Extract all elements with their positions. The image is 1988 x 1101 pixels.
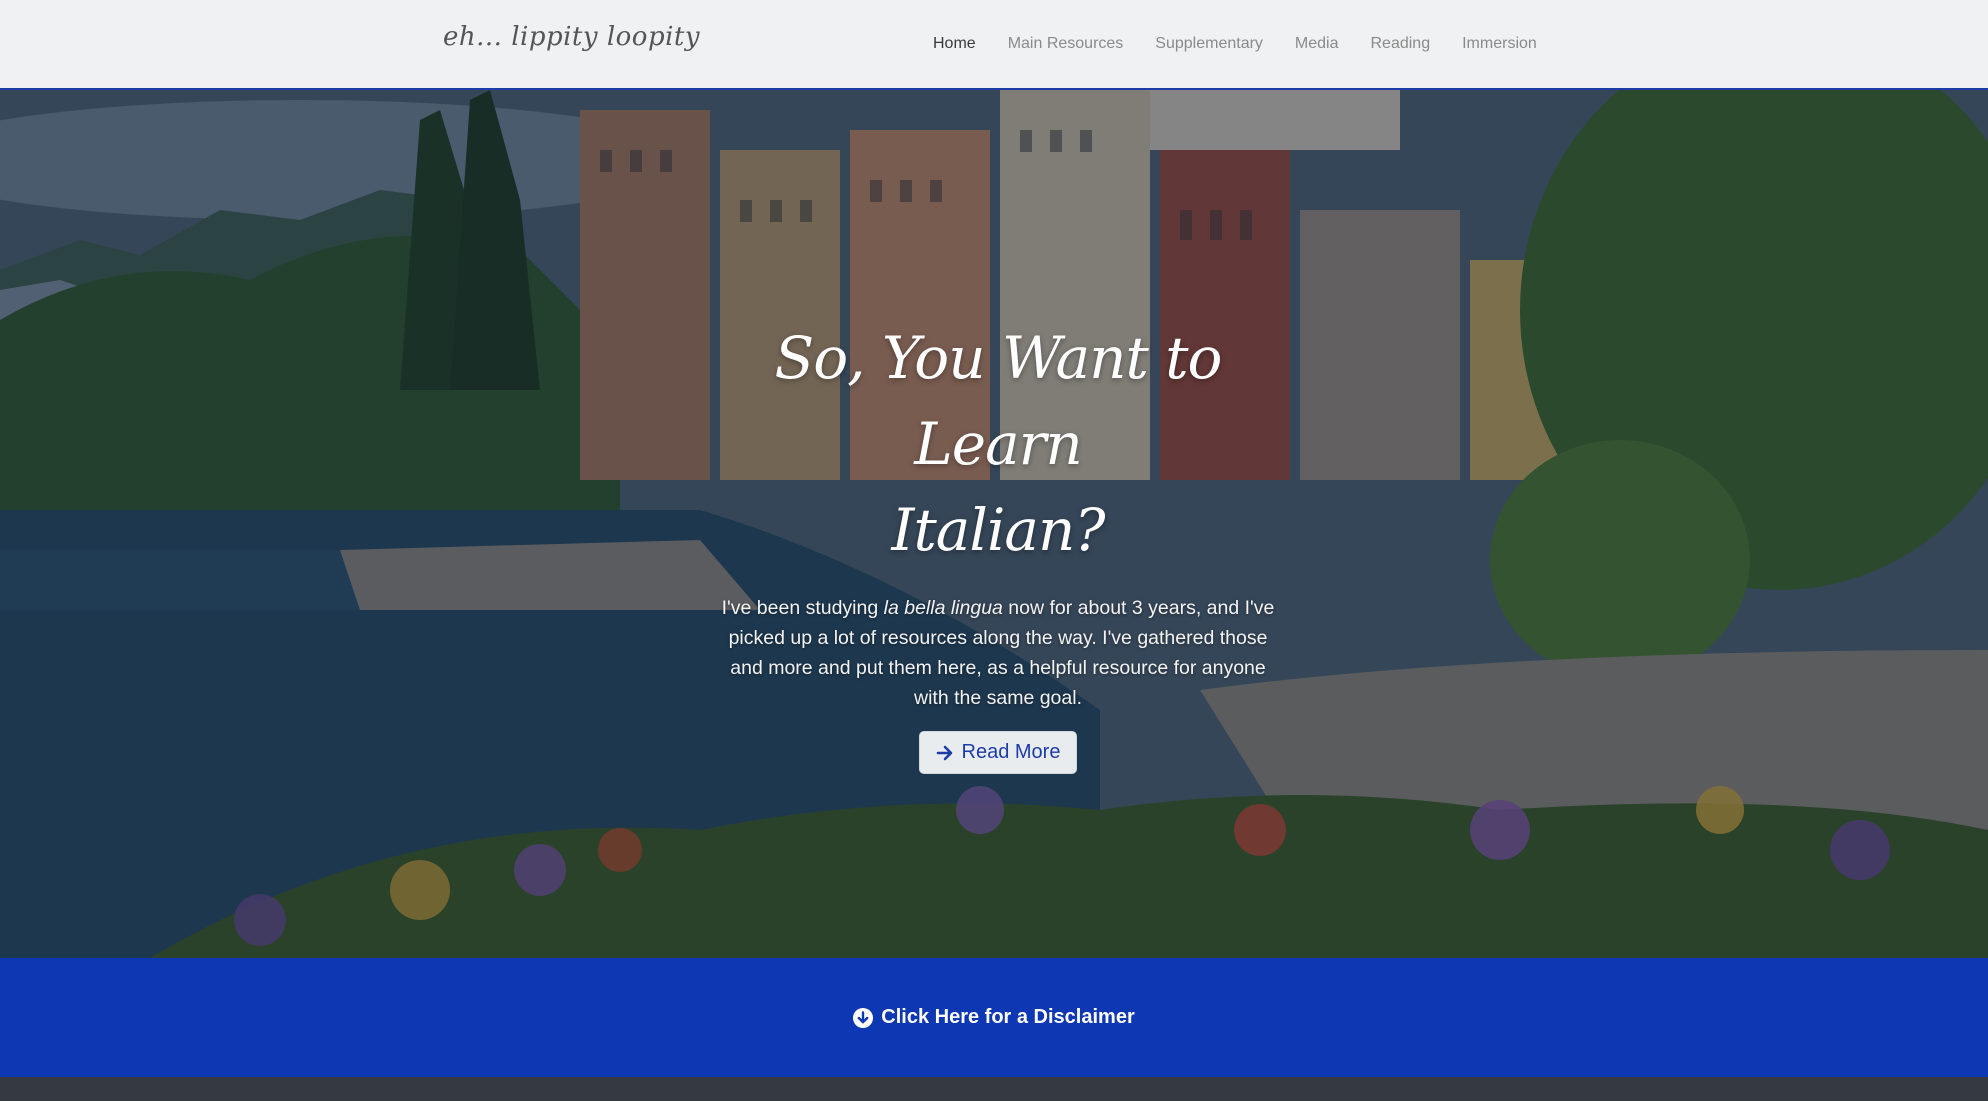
read-more-label: Read More: [961, 741, 1061, 763]
nav-main-resources[interactable]: Main Resources: [992, 35, 1140, 53]
hero-text-part1: I've been studying: [721, 597, 884, 619]
nav-supplementary[interactable]: Supplementary: [1139, 35, 1279, 53]
navbar: eh... lippity loopity Home Main Resource…: [0, 0, 1988, 90]
circle-arrow-down-icon: [853, 1007, 874, 1028]
hero-title: So, You Want to Learn Italian?: [720, 315, 1276, 573]
disclaimer-section: Click Here for a Disclaimer: [0, 958, 1988, 1077]
hero-section: So, You Want to Learn Italian? I've been…: [0, 90, 1988, 958]
hero-text-italic: la bella lingua: [883, 597, 1003, 619]
read-more-button[interactable]: Read More: [918, 731, 1078, 774]
disclaimer-link[interactable]: Click Here for a Disclaimer: [853, 1006, 1135, 1029]
hero-content: So, You Want to Learn Italian? I've been…: [720, 315, 1276, 774]
disclaimer-label: Click Here for a Disclaimer: [881, 1006, 1135, 1028]
main-nav: Home Main Resources Supplementary Media …: [917, 0, 1553, 88]
nav-home[interactable]: Home: [917, 35, 992, 53]
hero-intro-text: I've been studying la bella lingua now f…: [720, 593, 1276, 713]
nav-media[interactable]: Media: [1279, 35, 1355, 53]
footer-strip: [0, 1077, 1988, 1101]
nav-reading[interactable]: Reading: [1355, 35, 1447, 53]
hero-title-line1: So, You Want to Learn: [774, 324, 1223, 478]
nav-immersion[interactable]: Immersion: [1446, 35, 1553, 53]
brand-logo[interactable]: eh... lippity loopity: [443, 22, 700, 52]
hero-title-line2: Italian?: [891, 496, 1106, 564]
arrow-right-icon: [936, 745, 952, 760]
